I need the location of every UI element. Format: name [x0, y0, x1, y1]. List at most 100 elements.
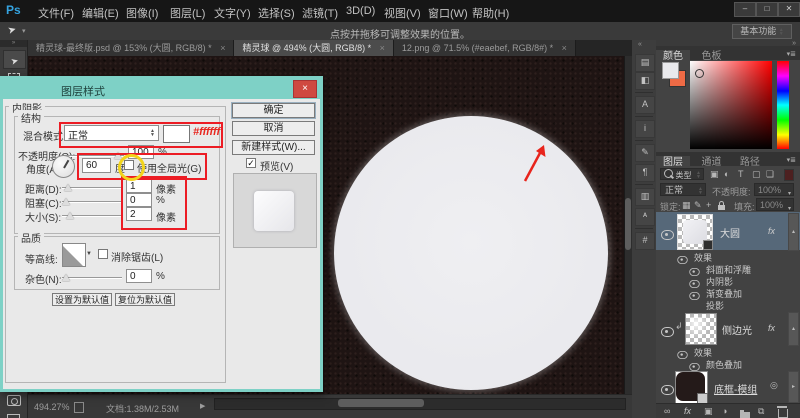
doc-tab-3-close-icon[interactable]: × — [562, 43, 567, 53]
reset-default-button[interactable]: 复位为默认值 — [115, 293, 175, 306]
close-button[interactable]: ✕ — [778, 2, 800, 17]
layer-thumbnail[interactable] — [685, 313, 717, 345]
menu-image[interactable]: 图像(I) — [122, 5, 162, 21]
fx-badge[interactable]: fx — [768, 226, 775, 236]
contour-dropdown-icon[interactable]: ▼ — [86, 251, 92, 257]
new-group-icon[interactable] — [740, 406, 750, 418]
lock-transparency-icon[interactable]: ▦ — [682, 200, 691, 211]
effect-row-color-overlay[interactable]: 颜色叠加 — [656, 358, 800, 369]
doc-tab-2-close-icon[interactable]: × — [380, 43, 385, 53]
dialog-close-icon[interactable]: × — [293, 80, 317, 98]
size-slider[interactable] — [62, 215, 122, 217]
antialias-checkbox[interactable] — [98, 249, 108, 259]
layer-opacity-select[interactable]: 100% ▾ — [754, 183, 794, 196]
choke-slider[interactable] — [62, 201, 122, 203]
doc-tab-2[interactable]: 精灵球 @ 494% (大圆, RGB/8) * × — [234, 40, 393, 56]
size-slider-thumb[interactable] — [66, 212, 74, 219]
menu-type[interactable]: 文字(Y) — [210, 5, 255, 21]
styles-panel-icon[interactable]: ◧ — [635, 72, 655, 90]
menu-layer[interactable]: 图层(L) — [166, 5, 209, 21]
layer-blend-mode-select[interactable]: 正常 ▲▼ — [660, 183, 706, 196]
effect-row-inner-shadow[interactable]: 内阴影 — [656, 275, 800, 286]
canvas-vertical-scrollbar-thumb[interactable] — [625, 198, 631, 250]
filter-pixel-layers-icon[interactable]: ▣ — [710, 169, 719, 180]
layer-row-cebianguang[interactable]: ↲ 侧边光 fx ▴ — [656, 311, 800, 345]
quick-mask-button[interactable] — [3, 392, 24, 409]
layer-style-indicator-icon[interactable]: ◎ — [770, 380, 778, 391]
layers-panel-menu-icon[interactable]: ▾≣ — [787, 156, 796, 164]
status-popup-icon[interactable]: ▶ — [200, 402, 205, 410]
dialog-title-bar[interactable]: 图层样式 × — [3, 79, 320, 99]
lock-pixels-icon[interactable]: ✎ — [694, 200, 702, 211]
menu-3d[interactable]: 3D(D) — [342, 5, 379, 17]
fx-collapse-button[interactable]: ▴ — [788, 213, 799, 251]
filter-shape-layers-icon[interactable]: ▢ — [752, 169, 761, 180]
new-adjustment-layer-icon[interactable]: ◑ — [722, 406, 727, 416]
new-layer-icon[interactable]: ⧉ — [758, 406, 764, 417]
filter-toggle-switch[interactable] — [784, 169, 794, 181]
effect-row-drop-shadow[interactable]: 投影 — [656, 299, 800, 310]
hue-slider[interactable] — [777, 61, 789, 149]
menu-view[interactable]: 视图(V) — [380, 5, 425, 21]
expand-dock-icon[interactable]: « — [638, 41, 642, 48]
workspace-switcher[interactable]: 基本功能 ▲▼ — [732, 24, 792, 39]
layer-row-dayuan[interactable]: 大圆 fx ▴ — [656, 212, 800, 250]
preview-checkbox[interactable]: ✓ — [246, 158, 256, 168]
lock-position-icon[interactable]: + — [706, 200, 711, 210]
fx-collapse-button[interactable]: ▴ — [788, 312, 799, 346]
tool-presets-panel-icon[interactable]: ✎ — [635, 144, 655, 162]
distance-slider[interactable] — [62, 187, 122, 189]
color-panel-menu-icon[interactable]: ▾≣ — [787, 50, 796, 58]
filter-kind-select[interactable]: 类型 ▲▼ — [660, 168, 704, 180]
minimize-button[interactable]: – — [734, 2, 756, 17]
effect-row-bevel[interactable]: 斜面和浮雕 — [656, 263, 800, 274]
screen-mode-button[interactable] — [3, 410, 24, 418]
ok-button[interactable]: 确定 — [232, 103, 315, 118]
menu-window[interactable]: 窗口(W) — [424, 5, 472, 21]
effects-header-row[interactable]: 效果 — [656, 251, 800, 262]
filter-type-layers-icon[interactable]: T — [738, 169, 744, 179]
zoom-level[interactable]: 494.27% — [34, 402, 70, 412]
visibility-eye-icon[interactable] — [661, 327, 674, 337]
adjustments-panel-icon[interactable]: ▤ — [635, 54, 655, 72]
maximize-button[interactable]: □ — [756, 2, 778, 17]
noise-input[interactable]: 0 — [126, 269, 152, 283]
move-tool-button[interactable]: ➤ — [3, 50, 26, 69]
choke-slider-thumb[interactable] — [62, 198, 70, 205]
doc-tab-3[interactable]: 12.png @ 71.5% (#eaebef, RGB/8#) * × — [394, 40, 576, 56]
noise-slider-thumb[interactable] — [62, 274, 70, 281]
effect-row-gradient-overlay[interactable]: 渐变叠加 — [656, 287, 800, 298]
visibility-eye-icon[interactable] — [661, 385, 674, 395]
layer-row-dikuang[interactable]: 底框-模组 ◎ ▸ — [656, 370, 800, 403]
menu-select[interactable]: 选择(S) — [254, 5, 299, 21]
layer-thumbnail[interactable] — [675, 371, 708, 403]
glyphs-panel-icon[interactable]: # — [635, 232, 655, 250]
noise-slider[interactable] — [62, 277, 122, 279]
canvas-horizontal-scrollbar-thumb[interactable] — [338, 399, 424, 407]
link-layers-icon[interactable]: ∞ — [664, 406, 670, 416]
menu-file[interactable]: 文件(F) — [34, 5, 78, 21]
visibility-eye-icon[interactable] — [661, 230, 674, 240]
add-layer-mask-icon[interactable]: ▣ — [704, 406, 713, 417]
add-layer-style-icon[interactable]: fx — [684, 406, 691, 416]
layer-thumbnail[interactable] — [677, 214, 713, 250]
angle-dial[interactable] — [52, 155, 75, 178]
doc-tab-1[interactable]: 精灵球-最终版.psd @ 153% (大圆, RGB/8) * × — [28, 40, 234, 56]
character-panel-icon[interactable]: A — [635, 96, 655, 114]
filter-adjustment-layers-icon[interactable]: ◐ — [724, 169, 729, 179]
layer-name[interactable]: 大圆 — [720, 225, 740, 240]
menu-filter[interactable]: 滤镜(T) — [298, 5, 342, 21]
foreground-color-swatch[interactable] — [662, 62, 679, 79]
menu-edit[interactable]: 编辑(E) — [78, 5, 123, 21]
layer-name[interactable]: 底框-模组 — [714, 381, 757, 396]
delete-layer-icon[interactable] — [778, 405, 788, 418]
fx-badge[interactable]: fx — [768, 323, 775, 333]
info-panel-icon[interactable]: i — [635, 120, 655, 138]
character-styles-panel-icon[interactable]: ᴬ — [635, 208, 655, 226]
doc-tab-1-close-icon[interactable]: × — [220, 43, 225, 53]
distance-slider-thumb[interactable] — [64, 184, 72, 191]
color-field-marker[interactable] — [695, 69, 704, 78]
layer-comps-panel-icon[interactable]: ▥ — [635, 188, 655, 206]
set-default-button[interactable]: 设置为默认值 — [52, 293, 112, 306]
fx-collapse-button[interactable]: ▸ — [788, 371, 799, 403]
